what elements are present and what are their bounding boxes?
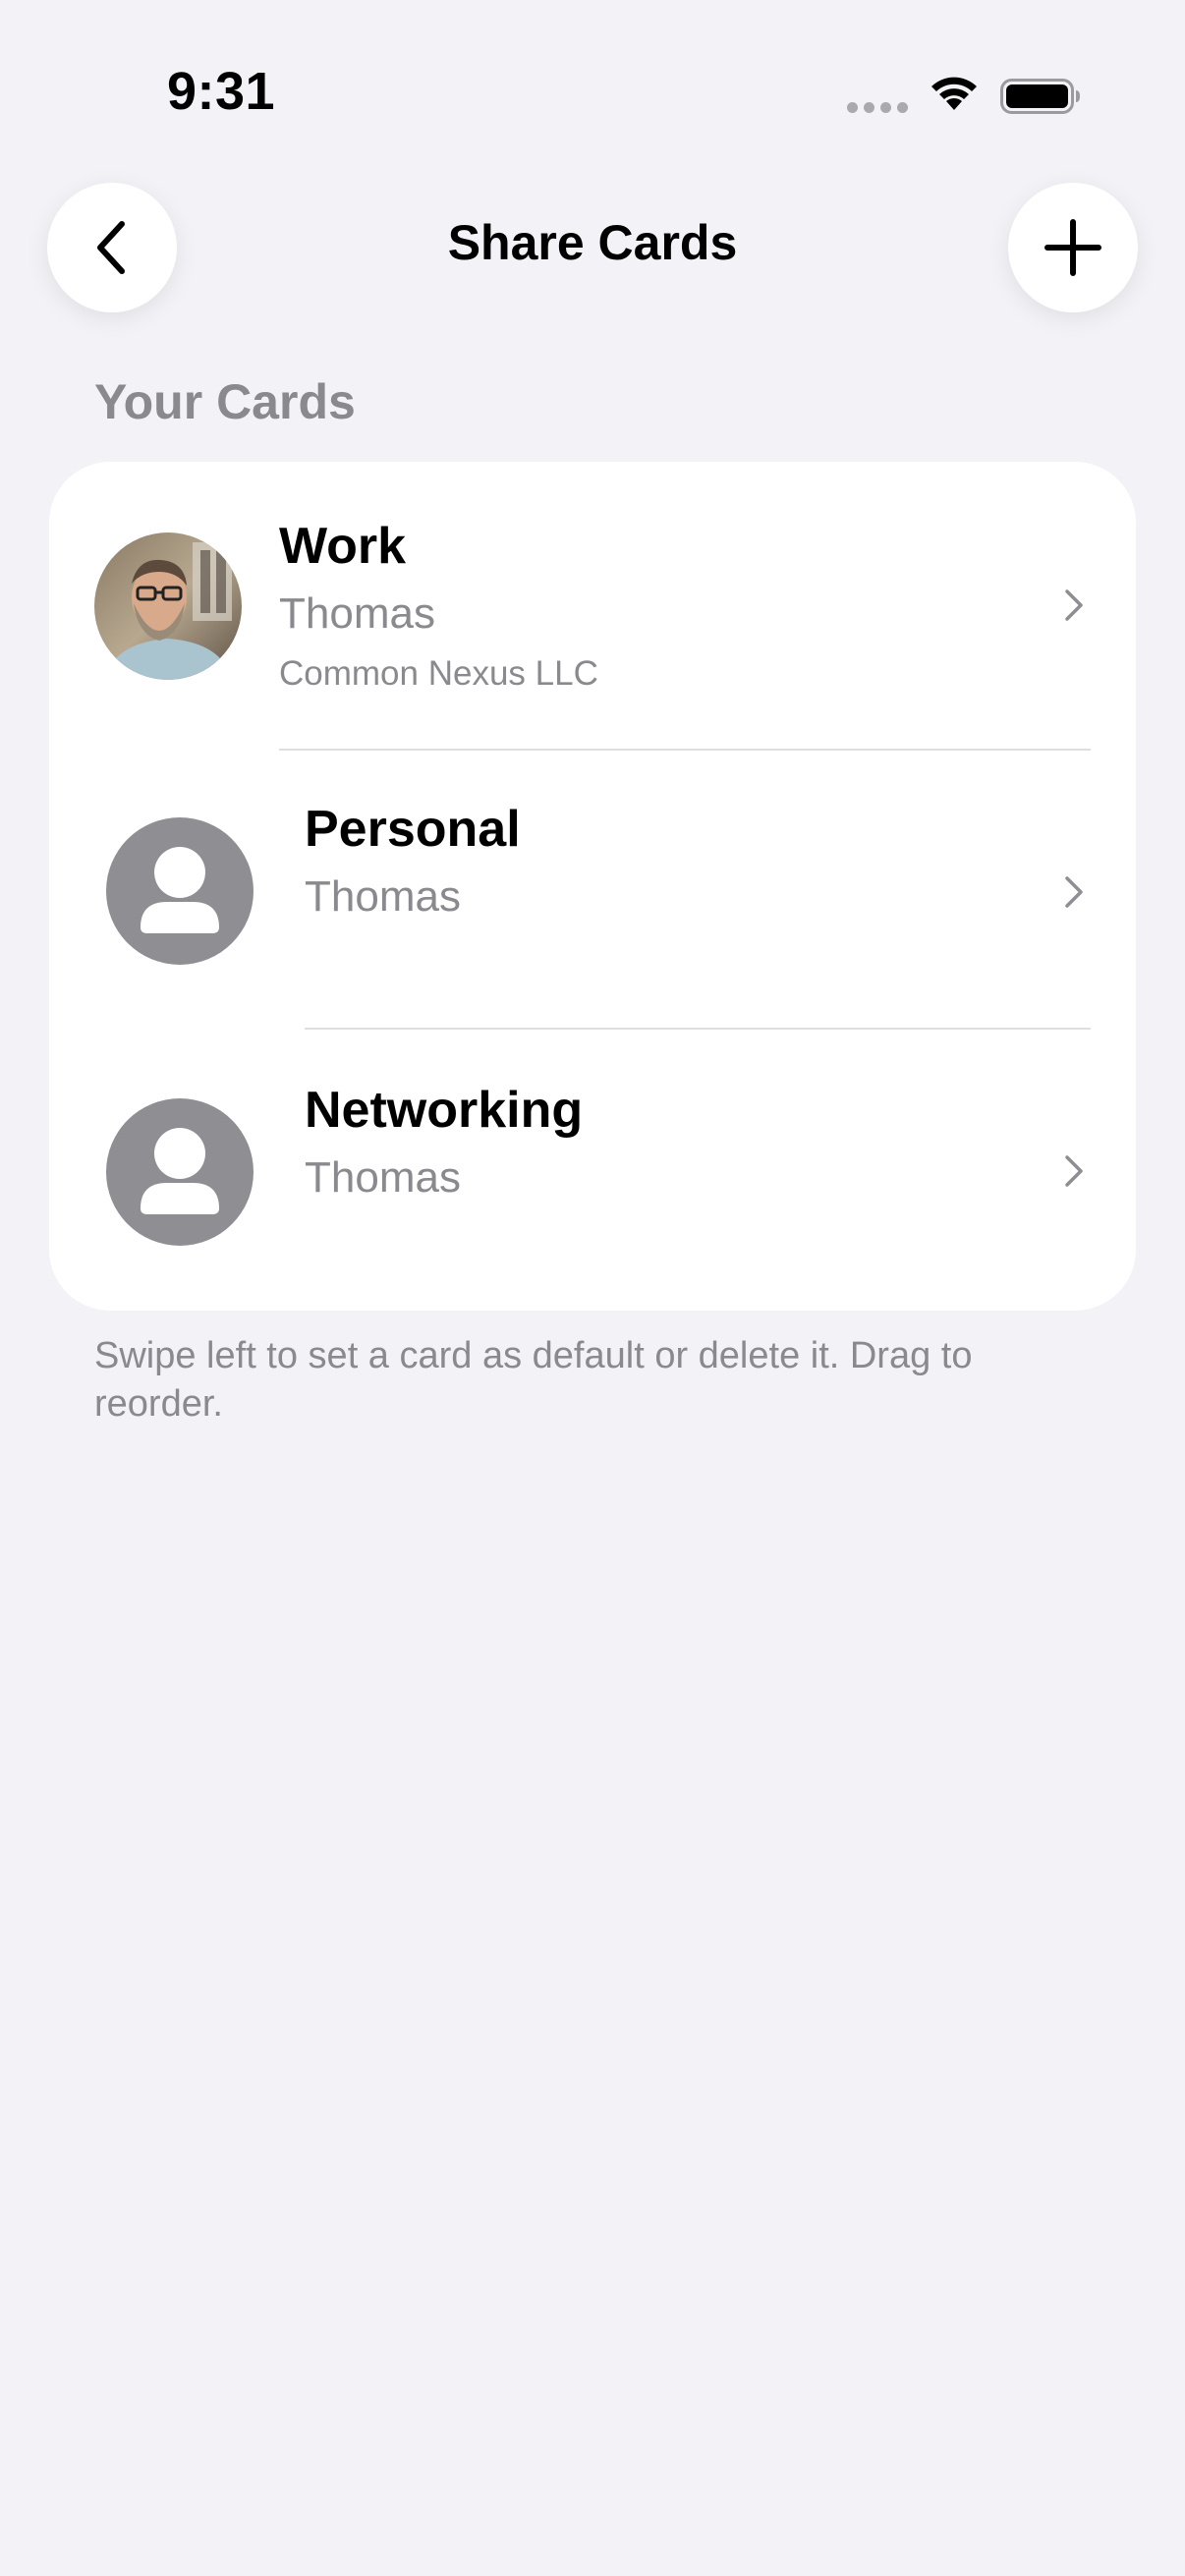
status-time: 9:31: [167, 62, 276, 121]
cellular-signal-icon: [847, 102, 908, 113]
card-title: Personal: [305, 801, 521, 858]
chevron-right-icon: [1065, 1155, 1083, 1187]
card-company: Common Nexus LLC: [279, 654, 598, 693]
card-row-personal[interactable]: Personal Thomas: [49, 751, 1136, 1030]
card-title: Work: [279, 518, 407, 575]
card-name: Thomas: [279, 589, 435, 638]
battery-icon: [1000, 79, 1080, 114]
person-silhouette-icon: [106, 817, 254, 965]
card-row-networking[interactable]: Networking Thomas: [49, 1030, 1136, 1311]
page-title: Share Cards: [447, 215, 738, 270]
add-card-button[interactable]: [1008, 183, 1138, 312]
card-list: Work Thomas Common Nexus LLC Personal Th…: [49, 462, 1136, 1311]
person-silhouette-icon: [106, 1098, 254, 1246]
avatar: [94, 532, 242, 680]
plus-icon: [1044, 219, 1101, 276]
card-row-work[interactable]: Work Thomas Common Nexus LLC: [49, 462, 1136, 751]
status-bar: 9:31: [0, 0, 1185, 187]
card-name: Thomas: [305, 1153, 461, 1202]
card-name: Thomas: [305, 872, 461, 921]
chevron-right-icon: [1065, 589, 1083, 621]
card-title: Networking: [305, 1082, 584, 1139]
chevron-right-icon: [1065, 876, 1083, 908]
footer-note: Swipe left to set a card as default or d…: [94, 1335, 973, 1425]
section-header: Your Cards: [94, 374, 356, 429]
wifi-icon: [931, 77, 977, 110]
